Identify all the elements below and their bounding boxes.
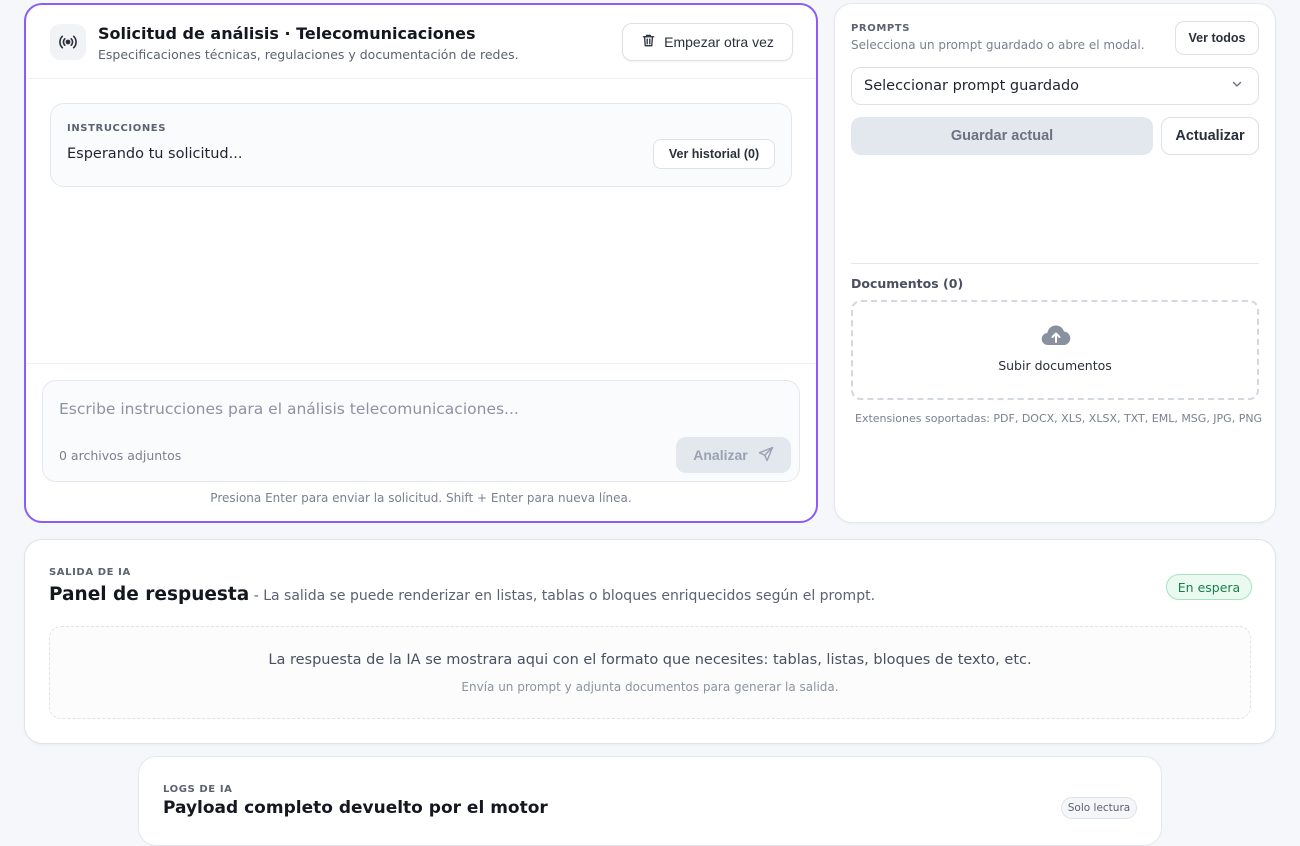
restart-button[interactable]: Empezar otra vez — [622, 23, 793, 61]
view-all-button[interactable]: Ver todos — [1175, 21, 1259, 55]
prompts-card: PROMPTS Selecciona un prompt guardado o … — [834, 3, 1276, 523]
history-button[interactable]: Ver historial (0) — [653, 139, 775, 169]
attachments-count: 0 archivos adjuntos — [59, 448, 182, 463]
request-subtitle: Especificaciones técnicas, regulaciones … — [98, 47, 519, 62]
save-current-button[interactable]: Guardar actual — [851, 117, 1153, 155]
response-description: - La salida se puede renderizar en lista… — [249, 588, 876, 604]
instructions-box: INSTRUCCIONES Esperando tu solicitud... … — [50, 103, 792, 187]
upload-dropzone[interactable]: Subir documentos — [851, 300, 1259, 400]
restart-button-label: Empezar otra vez — [664, 34, 774, 50]
logs-label: LOGS DE IA — [163, 784, 233, 795]
prompts-subtitle: Selecciona un prompt guardado o abre el … — [851, 38, 1145, 52]
response-panel: SALIDA DE IA Panel de respuesta - La sal… — [24, 539, 1276, 744]
request-title: Solicitud de análisis · Telecomunicacion… — [98, 24, 476, 43]
response-title: Panel de respuesta — [49, 584, 250, 605]
response-label: SALIDA DE IA — [49, 567, 131, 578]
analyze-button-label: Analizar — [693, 447, 748, 463]
response-title-row: Panel de respuesta - La salida se puede … — [49, 584, 875, 605]
chevron-down-icon — [1230, 77, 1244, 95]
request-card: Solicitud de análisis · Telecomunicacion… — [24, 3, 818, 523]
response-empty-hint: Envía un prompt y adjunta documentos par… — [461, 680, 839, 694]
prompts-label: PROMPTS — [851, 23, 911, 34]
logs-card: LOGS DE IA Payload completo devuelto por… — [138, 756, 1162, 846]
readonly-badge: Solo lectura — [1061, 797, 1137, 819]
documents-label: Documentos (0) — [851, 276, 964, 291]
send-icon — [758, 446, 774, 465]
response-empty-state: La respuesta de la IA se mostrara aqui c… — [49, 626, 1251, 719]
analyze-button[interactable]: Analizar — [676, 437, 791, 473]
broadcast-icon — [50, 24, 86, 60]
upload-label: Subir documentos — [998, 358, 1112, 373]
status-badge: En espera — [1166, 574, 1252, 600]
trash-icon — [641, 33, 656, 51]
prompt-select[interactable]: Seleccionar prompt guardado — [851, 67, 1259, 105]
instructions-input[interactable] — [59, 397, 759, 421]
logs-title: Payload completo devuelto por el motor — [163, 798, 548, 818]
composer: 0 archivos adjuntos Analizar — [42, 380, 800, 482]
divider — [851, 263, 1259, 264]
enter-hint: Presiona Enter para enviar la solicitud.… — [210, 491, 632, 505]
update-button[interactable]: Actualizar — [1161, 117, 1259, 155]
instructions-text: Esperando tu solicitud... — [67, 146, 243, 162]
instructions-label: INSTRUCCIONES — [67, 123, 167, 134]
request-header: Solicitud de análisis · Telecomunicacion… — [26, 5, 816, 79]
prompt-select-value: Seleccionar prompt guardado — [864, 78, 1080, 94]
divider — [26, 363, 816, 364]
cloud-upload-icon — [1040, 324, 1072, 352]
extensions-hint: Extensiones soportadas: PDF, DOCX, XLS, … — [855, 412, 1263, 425]
response-empty-message: La respuesta de la IA se mostrara aqui c… — [268, 652, 1032, 668]
